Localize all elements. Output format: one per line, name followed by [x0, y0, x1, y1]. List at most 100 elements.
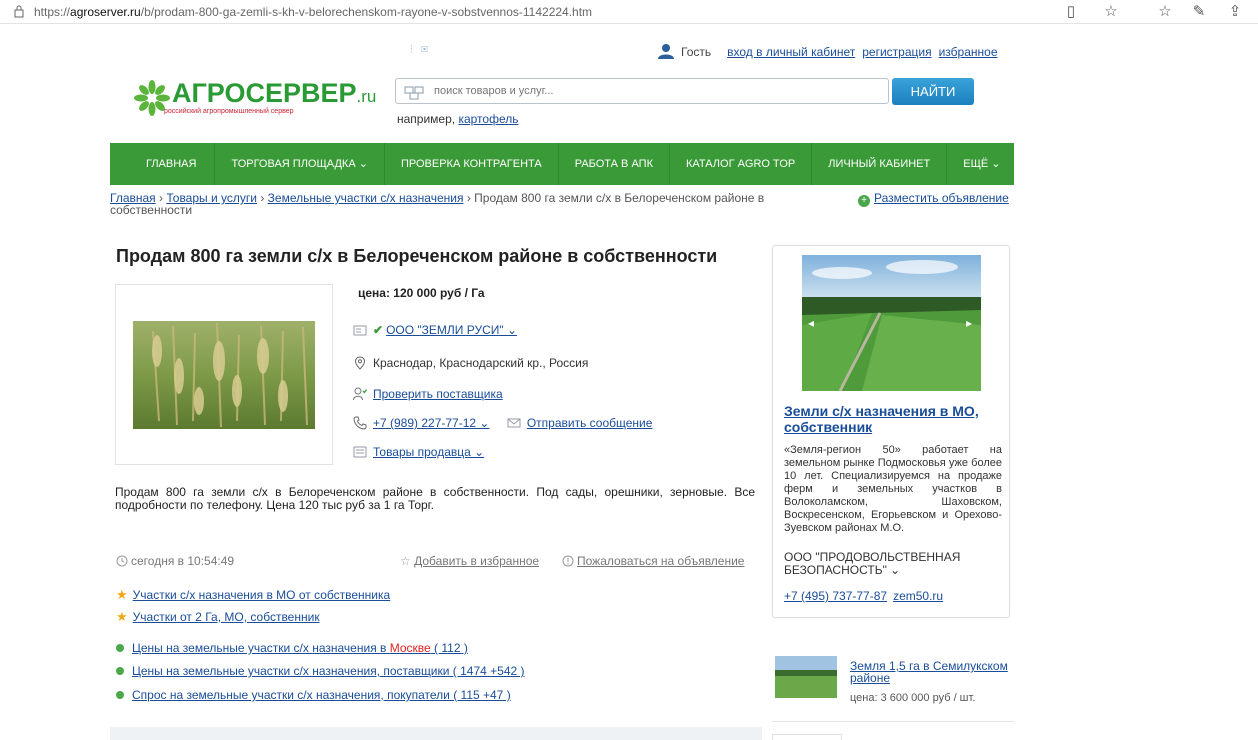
main-nav: ГЛАВНАЯ ТОРГОВАЯ ПЛОЩАДКА ⌄ ПРОВЕРКА КОН… — [110, 143, 1014, 185]
user-check-icon — [353, 387, 367, 401]
related-link[interactable]: Участки от 2 Га, МО, собственник — [133, 610, 320, 624]
site-logo[interactable]: АГРОСЕРВЕР.ru российский агропромышленны… — [134, 78, 376, 130]
sitemap-icon[interactable]: ⫶ — [410, 44, 421, 56]
check-supplier-row: Проверить поставщика — [353, 387, 503, 401]
share-icon[interactable]: ⇪ — [1226, 3, 1244, 21]
star-outline-icon: ☆ — [400, 554, 411, 568]
id-card-icon — [353, 325, 367, 336]
complain-link[interactable]: Пожаловаться на объявление — [562, 554, 744, 568]
seller-name-link[interactable]: ООО "ЗЕМЛИ РУСИ" ⌄ — [386, 323, 517, 337]
favorites-bar-icon[interactable]: ☆ — [1156, 3, 1174, 21]
search-button[interactable]: НАЙТИ — [892, 78, 974, 105]
related-prices-item: Цены на земельные участки с/х назначения… — [116, 641, 468, 655]
send-message-link[interactable]: Отправить сообщение — [527, 416, 653, 430]
nav-agro-top-catalog[interactable]: КАТАЛОГ AGRO TOP — [670, 143, 813, 185]
url-field[interactable]: https://agroserver.ru/b/prodam-800-ga-ze… — [34, 5, 592, 19]
page-title: Продам 800 га земли с/х в Белореченском … — [116, 246, 718, 266]
related-demand-item: Спрос на земельные участки с/х назначени… — [116, 688, 511, 702]
search-hint-prefix: например, — [397, 112, 459, 126]
ad-phone-link[interactable]: +7 (495) 737-77-87 — [784, 589, 887, 603]
carousel-prev-icon[interactable]: ◂ — [808, 316, 814, 330]
reading-view-icon[interactable]: ▯ — [1062, 3, 1080, 21]
star-icon: ★ — [116, 609, 128, 624]
ad-contacts: +7 (495) 737-77-87 zem50.ru — [784, 589, 949, 603]
add-favorite-link[interactable]: ☆ Добавить в избранное — [400, 554, 539, 568]
complain-label[interactable]: Пожаловаться на объявление — [577, 554, 744, 568]
site-tools-icons[interactable]: ⫶✉ — [410, 44, 436, 57]
wheat-field-image — [133, 321, 315, 429]
divider — [772, 721, 1014, 722]
listing-price: цена: 120 000 руб / Га — [358, 286, 485, 300]
phone-icon — [353, 416, 367, 430]
ad-card[interactable]: ◂ ▸ Земли с/х назначения в МО, собственн… — [772, 245, 1010, 618]
plus-icon: + — [858, 195, 870, 207]
nav-home[interactable]: ГЛАВНАЯ — [110, 143, 216, 185]
nav-personal-account[interactable]: ЛИЧНЫЙ КАБИНЕТ — [812, 143, 948, 185]
contact-row: +7 (989) 227-77-12 ⌄ Отправить сообщение — [353, 416, 652, 430]
nav-jobs[interactable]: РАБОТА В АПК — [559, 143, 670, 185]
breadcrumb-category[interactable]: Земельные участки с/х назначения — [268, 191, 464, 205]
seller-goods-row: Товары продавца ⌄ — [353, 445, 484, 459]
location-text: Краснодар, Краснодарский кр., Россия — [373, 356, 589, 370]
listing-photo[interactable] — [115, 284, 333, 465]
side-listing-item[interactable]: Земля 1,5 га в Семилукском районе цена: … — [772, 652, 1014, 712]
url-host: agroserver.ru — [70, 5, 141, 19]
list-icon — [353, 446, 367, 458]
bottom-panel — [110, 727, 762, 740]
search-hint-link[interactable]: картофель — [458, 112, 518, 126]
verified-check-icon: ✔ — [373, 323, 384, 337]
browser-address-bar: https://agroserver.ru/b/prodam-800-ga-ze… — [0, 0, 1258, 24]
location-pin-icon — [354, 356, 366, 370]
posted-date-text: сегодня в 10:54:49 — [131, 554, 235, 568]
posted-date: сегодня в 10:54:49 — [116, 554, 234, 568]
search-input[interactable] — [434, 83, 874, 99]
register-link[interactable]: регистрация — [862, 45, 931, 59]
suppliers-link[interactable]: Цены на земельные участки с/х назначения… — [132, 664, 525, 678]
demand-link[interactable]: Спрос на земельные участки с/х назначени… — [132, 688, 511, 702]
related-starred-item: ★ Участки с/х назначения в МО от собствен… — [116, 587, 390, 603]
search-box[interactable] — [395, 78, 889, 104]
post-ad-link[interactable]: + Разместить объявление — [858, 191, 1009, 207]
side-listing-thumb[interactable] — [775, 656, 837, 698]
side-listing-item-partial — [772, 734, 842, 740]
lock-icon — [14, 5, 24, 18]
ad-company[interactable]: ООО "ПРОДОВОЛЬСТВЕННАЯ БЕЗОПАСНОСТЬ" ⌄ — [784, 551, 1004, 577]
ad-site-link[interactable]: zem50.ru — [893, 589, 943, 603]
pen-icon[interactable]: ✎ — [1190, 3, 1208, 21]
user-icon — [658, 44, 674, 59]
favorite-star-icon[interactable]: ☆ — [1102, 3, 1120, 21]
seller-goods-link[interactable]: Товары продавца ⌄ — [373, 445, 484, 459]
ad-title-link[interactable]: Земли с/х назначения в МО, собственник — [784, 403, 1004, 435]
nav-more[interactable]: ЕЩЁ ⌄ — [947, 143, 1016, 185]
side-listing-price: цена: 3 600 000 руб / шт. — [850, 692, 976, 704]
ad-carousel-image[interactable]: ◂ ▸ — [802, 255, 981, 391]
seller-phone-link[interactable]: +7 (989) 227-77-12 ⌄ — [373, 416, 489, 430]
breadcrumb-separator: › — [466, 191, 471, 205]
carousel-next-icon[interactable]: ▸ — [966, 316, 972, 330]
url-scheme: https:// — [34, 5, 71, 19]
mail-icon[interactable]: ✉ — [421, 44, 437, 56]
logo-name: АГРОСЕРВЕР — [172, 78, 357, 108]
seller-row: ✔ ООО "ЗЕМЛИ РУСИ" ⌄ — [353, 323, 517, 337]
nav-counterparty-check[interactable]: ПРОВЕРКА КОНТРАГЕНТА — [385, 143, 559, 185]
prices-moscow-link[interactable]: Цены на земельные участки с/х назначения… — [132, 641, 468, 655]
bullet-icon — [116, 644, 124, 652]
side-listing-title[interactable]: Земля 1,5 га в Семилукском районе — [850, 660, 1015, 684]
clock-icon — [116, 555, 128, 567]
related-link[interactable]: Участки с/х назначения в МО от собственн… — [133, 588, 391, 602]
add-favorite-label[interactable]: Добавить в избранное — [414, 554, 539, 568]
ad-description: «Земля-регион 50» работает на земельном … — [784, 444, 1002, 534]
favorites-link[interactable]: избранное — [939, 45, 998, 59]
listing-description: Продам 800 га земли с/х в Белореченском … — [115, 485, 755, 512]
bullet-icon — [116, 691, 124, 699]
star-icon: ★ — [116, 587, 128, 602]
login-link[interactable]: вход в личный кабинет — [727, 45, 855, 59]
check-supplier-link[interactable]: Проверить поставщика — [373, 387, 503, 401]
breadcrumb: Главная › Товары и услуги › Земельные уч… — [110, 192, 800, 216]
related-suppliers-item: Цены на земельные участки с/х назначения… — [116, 664, 525, 678]
breadcrumb-separator: › — [260, 191, 265, 205]
search-catalog-icon — [404, 86, 424, 100]
post-ad-label[interactable]: Разместить объявление — [874, 191, 1009, 205]
nav-marketplace[interactable]: ТОРГОВАЯ ПЛОЩАДКА ⌄ — [215, 143, 385, 185]
url-path: /b/prodam-800-ga-zemli-s-kh-v-belorechen… — [140, 5, 593, 19]
